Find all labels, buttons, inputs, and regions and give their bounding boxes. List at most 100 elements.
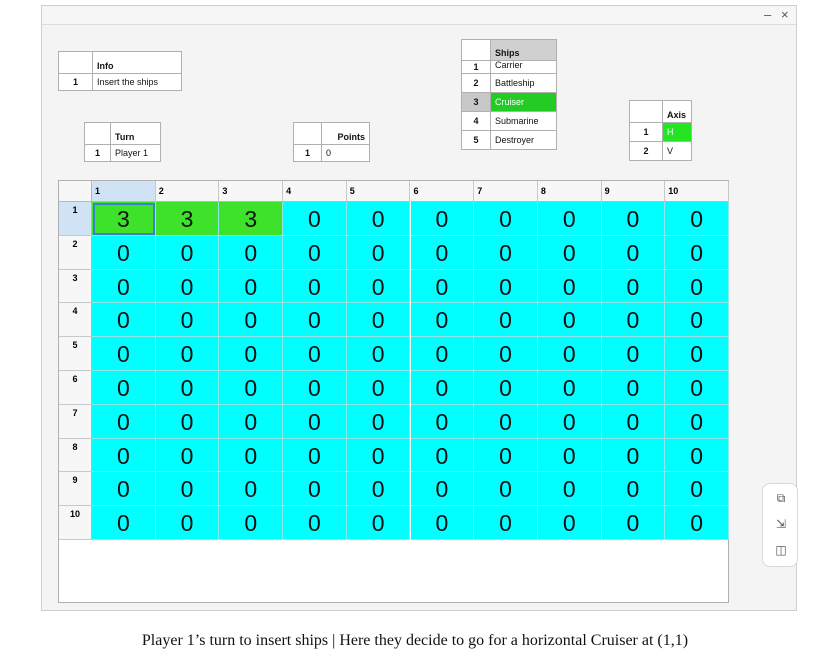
board-cell[interactable]: 0 [283,235,347,270]
row-header[interactable]: 3 [59,269,92,304]
row-header[interactable]: 9 [59,472,92,507]
board-cell[interactable]: 0 [474,371,538,405]
column-header[interactable]: 7 [474,181,538,202]
board-cell[interactable]: 0 [474,202,538,236]
board-cell[interactable]: 0 [537,202,602,236]
column-header[interactable]: 4 [283,181,347,202]
board-cell[interactable]: 0 [155,438,220,473]
board-cell[interactable]: 0 [410,235,475,270]
board-cell[interactable]: 0 [665,371,729,405]
board-cell[interactable]: 0 [537,303,602,338]
board-cell[interactable]: 0 [219,506,284,540]
board-cell[interactable]: 0 [92,303,156,338]
board-cell[interactable]: 0 [155,472,220,507]
board-cell[interactable]: 0 [155,506,220,540]
axis-option-v[interactable]: V [662,141,692,161]
board-cell[interactable]: 0 [155,303,220,338]
column-header[interactable]: 2 [155,181,220,202]
column-header[interactable]: 3 [219,181,284,202]
column-header[interactable]: 8 [537,181,602,202]
board-cell[interactable]: 0 [219,269,284,304]
board-cell[interactable]: 0 [601,269,666,304]
board-cell[interactable]: 0 [346,438,411,473]
board-cell[interactable]: 0 [537,371,602,405]
board-cell[interactable]: 0 [92,506,156,540]
board-cell[interactable]: 0 [537,269,602,304]
board-cell[interactable]: 0 [155,235,220,270]
board-cell[interactable]: 0 [283,404,347,439]
row-header[interactable]: 1 [59,202,92,236]
close-button[interactable]: × [781,7,789,23]
board-cell[interactable]: 0 [92,337,156,371]
column-header[interactable]: 9 [601,181,666,202]
board-cell[interactable]: 0 [283,337,347,371]
board-cell[interactable]: 0 [601,438,666,473]
board-cell[interactable]: 0 [92,472,156,507]
board-cell[interactable]: 0 [474,506,538,540]
board-cell[interactable]: 0 [346,269,411,304]
axis-option-h[interactable]: H [662,122,692,142]
board-cell[interactable]: 0 [537,506,602,540]
board-cell[interactable]: 0 [665,337,729,371]
row-header[interactable]: 8 [59,438,92,473]
board-cell[interactable]: 0 [92,235,156,270]
board-cell[interactable]: 0 [410,269,475,304]
board-cell[interactable]: 0 [219,235,284,270]
board-cell[interactable]: 0 [665,506,729,540]
info-value[interactable]: Insert the ships [92,73,182,91]
ship-option-battleship[interactable]: Battleship [490,73,557,93]
board-cell[interactable]: 0 [219,337,284,371]
board-cell[interactable]: 0 [474,303,538,338]
row-header[interactable]: 2 [59,235,92,270]
board-cell[interactable]: 0 [155,371,220,405]
board-cell[interactable]: 0 [665,472,729,507]
column-header[interactable]: 1 [92,181,156,202]
ship-option-cruiser[interactable]: Cruiser [490,92,557,112]
board-cell[interactable]: 0 [474,269,538,304]
sidebar-panel-icon[interactable]: ◫ [772,542,790,558]
board-cell[interactable]: 0 [665,438,729,473]
ship-option-submarine[interactable]: Submarine [490,111,557,131]
row-header[interactable]: 5 [59,337,92,371]
board-cell[interactable]: 0 [410,506,475,540]
board-cell[interactable]: 3 [92,202,156,236]
board-cell[interactable]: 0 [537,438,602,473]
minimize-button[interactable]: – [764,7,771,23]
board-cell[interactable]: 0 [665,303,729,338]
board-cell[interactable]: 0 [92,404,156,439]
board-cell[interactable]: 0 [665,404,729,439]
board-cell[interactable]: 0 [283,303,347,338]
board-cell[interactable]: 0 [283,438,347,473]
row-header[interactable]: 4 [59,303,92,338]
board-cell[interactable]: 0 [283,506,347,540]
board-cell[interactable]: 0 [410,472,475,507]
board-cell[interactable]: 0 [474,235,538,270]
board-cell[interactable]: 0 [346,235,411,270]
board-cell[interactable]: 0 [601,506,666,540]
board-cell[interactable]: 0 [92,438,156,473]
points-value[interactable]: 0 [321,144,370,162]
board-cell[interactable]: 0 [410,202,475,236]
board-cell[interactable]: 0 [219,438,284,473]
board-cell[interactable]: 0 [474,337,538,371]
ship-option-carrier[interactable]: Carrier [490,60,557,74]
board-cell[interactable]: 0 [601,202,666,236]
board-cell[interactable]: 0 [601,235,666,270]
board-cell[interactable]: 0 [283,371,347,405]
column-header[interactable]: 10 [665,181,729,202]
row-header[interactable]: 6 [59,371,92,405]
board-cell[interactable]: 0 [346,202,411,236]
window-restore-icon[interactable]: ⧉ [772,490,790,506]
board-cell[interactable]: 0 [346,303,411,338]
column-header[interactable]: 5 [346,181,411,202]
board-cell[interactable]: 0 [155,269,220,304]
ship-option-destroyer[interactable]: Destroyer [490,130,557,150]
board-cell[interactable]: 0 [92,371,156,405]
board-cell[interactable]: 0 [155,337,220,371]
board-cell[interactable]: 0 [346,472,411,507]
picture-in-picture-icon[interactable]: ⇲ [772,516,790,532]
board-cell[interactable]: 3 [155,202,220,236]
board-cell[interactable]: 0 [410,371,475,405]
board-cell[interactable]: 0 [155,404,220,439]
board-cell[interactable]: 0 [346,371,411,405]
